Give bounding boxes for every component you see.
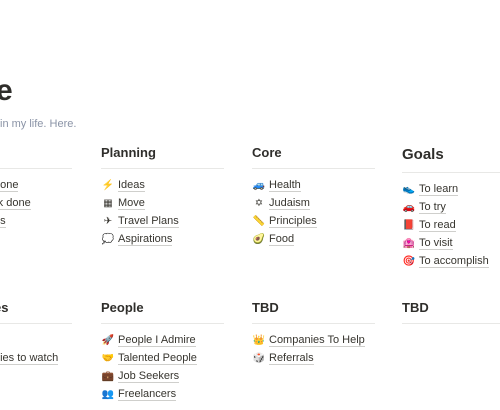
list-item[interactable]: e (0, 367, 72, 385)
list-item-label[interactable]: To read (419, 219, 456, 232)
list-item-health[interactable]: 🚙 Health (252, 176, 375, 194)
list-item-ideas[interactable]: ⚡ Ideas (101, 176, 224, 194)
target-icon: 🎯 (402, 256, 416, 268)
star-of-david-icon: ✡ (254, 197, 264, 209)
shoe-icon: 👟 (402, 183, 416, 195)
list-item-label[interactable]: rk done (0, 197, 31, 210)
dice-icon: 🎲 (252, 352, 266, 364)
list-item-label[interactable]: Judaism (269, 197, 310, 210)
handshake-icon: 🤝 (101, 352, 115, 364)
list-item-label[interactable]: To accomplish (419, 255, 489, 269)
column-heading: es (0, 300, 72, 324)
list-item-to-learn[interactable]: 👟 To learn (402, 180, 500, 198)
list-item-label[interactable]: Companies To Help (269, 334, 365, 347)
list-item-to-accomplish[interactable]: 🎯 To accomplish (402, 253, 500, 271)
list-item-label[interactable]: Referrals (269, 352, 314, 365)
list-item-label[interactable]: People I Admire (118, 334, 196, 347)
ruler-icon: 📏 (252, 215, 266, 227)
hotel-icon: 🏩 (402, 238, 416, 250)
list-item-label[interactable]: Principles (269, 215, 317, 228)
list-item-label[interactable]: Health (269, 179, 301, 192)
car-icon: 🚙 (252, 179, 266, 191)
list-item-label[interactable]: Aspirations (118, 233, 173, 247)
column-heading: TBD (252, 300, 375, 324)
list-item[interactable]: nies to watch (0, 349, 72, 367)
airplane-icon: ✈ (103, 215, 113, 227)
list-item[interactable]: done (0, 176, 72, 194)
list-item-referrals[interactable]: 🎲 Referrals (252, 349, 375, 367)
lightning-icon: ⚡ (101, 179, 115, 191)
column-heading: Core (252, 145, 375, 169)
list-item-food[interactable]: 🥑 Food (252, 231, 375, 249)
list-item-to-visit[interactable]: 🏩 To visit (402, 235, 500, 253)
list-item-label[interactable]: Talented People (118, 352, 197, 365)
list-item-label[interactable]: Job Seekers (118, 370, 180, 383)
people-icon: 👥 (101, 389, 115, 401)
list-item-label[interactable]: done (0, 179, 19, 192)
list-item-to-try[interactable]: 🚗 To try (402, 198, 500, 216)
avocado-icon: 🥑 (252, 234, 266, 246)
column-heading: Goals (402, 145, 500, 173)
rocket-icon: 🚀 (101, 334, 115, 346)
red-book-icon: 📕 (402, 219, 416, 231)
list-item-travel-plans[interactable]: ✈ Travel Plans (101, 212, 224, 230)
list-item-freelancers[interactable]: 👥 Freelancers (101, 386, 224, 404)
column-heading (0, 145, 72, 169)
list-item-principles[interactable]: 📏 Principles (252, 212, 375, 230)
list-item-aspirations[interactable]: 💭 Aspirations (101, 231, 224, 249)
column-core: Core 🚙 Health ✡ Judaism 📏 Principles 🥑 Food (252, 145, 375, 249)
column-heading: Planning (101, 145, 224, 169)
list-item-label[interactable]: Freelancers (118, 388, 177, 402)
list-item-label[interactable]: Food (269, 233, 295, 247)
list-item-talented-people[interactable]: 🤝 Talented People (101, 349, 224, 367)
list-item-label[interactable]: Travel Plans (118, 215, 179, 228)
column-heading: People (101, 300, 224, 324)
list-item-label[interactable]: To visit (419, 237, 453, 251)
column-people: People 🚀 People I Admire 🤝 Talented People… (101, 300, 224, 404)
column-partial-left: done rk done es (0, 145, 72, 231)
column-goals: Goals 👟 To learn 🚗 To try 📕 To read 🏩 To vis… (402, 145, 500, 271)
column-tbd-2: TBD (402, 300, 500, 331)
thought-bubble-icon: 💭 (101, 234, 115, 246)
list-item-job-seekers[interactable]: 💼 Job Seekers (101, 367, 224, 385)
column-tbd-1: TBD 👑 Companies To Help 🎲 Referrals (252, 300, 375, 367)
list-item-move[interactable]: ▦ Move (101, 194, 224, 212)
list-item-label[interactable]: es (0, 215, 6, 228)
column-heading: TBD (402, 300, 500, 324)
building-icon: ▦ (103, 197, 113, 209)
page-title: e (0, 74, 13, 107)
list-item[interactable]: rk done (0, 194, 72, 212)
list-item-companies-to-help[interactable]: 👑 Companies To Help (252, 331, 375, 349)
list-item-judaism[interactable]: ✡ Judaism (252, 194, 375, 212)
briefcase-icon: 💼 (101, 370, 115, 382)
list-item-to-read[interactable]: 📕 To read (402, 216, 500, 234)
list-item[interactable] (0, 331, 72, 349)
list-item-label[interactable]: Ideas (118, 179, 145, 192)
list-item-people-i-admire[interactable]: 🚀 People I Admire (101, 331, 224, 349)
list-item-label[interactable]: To learn (419, 183, 459, 196)
list-item-label[interactable]: nies to watch (0, 352, 59, 365)
list-item[interactable]: es (0, 212, 72, 230)
crown-icon: 👑 (252, 334, 266, 346)
column-planning: Planning ⚡ Ideas ▦ Move ✈ Travel Plans 💭 Asp… (101, 145, 224, 249)
column-partial-left-2: es nies to watch e (0, 300, 72, 386)
list-item-label[interactable]: Move (118, 197, 145, 210)
red-car-icon: 🚗 (402, 201, 416, 213)
page-subtitle: in my life. Here. (0, 118, 77, 130)
list-item-label[interactable]: To try (419, 201, 446, 214)
